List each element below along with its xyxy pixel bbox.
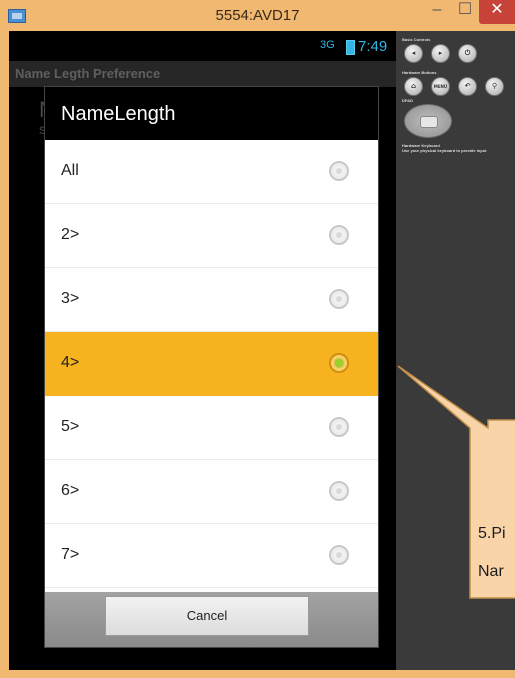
radio-button-icon[interactable] bbox=[329, 417, 349, 437]
home-icon[interactable]: ⌂ bbox=[404, 77, 423, 96]
signal-icon: 3G bbox=[320, 39, 335, 51]
option-label: 3> bbox=[61, 290, 80, 307]
basic-controls-label: Basic Controls bbox=[402, 37, 431, 42]
device-screen: 3G 7:49 Name Legth Preference N Se NameL… bbox=[9, 31, 396, 670]
close-button[interactable]: ✕ bbox=[479, 0, 515, 24]
radio-button-icon[interactable] bbox=[329, 225, 349, 245]
battery-icon bbox=[346, 40, 355, 55]
dialog-title: NameLength bbox=[61, 103, 176, 125]
callout-line-2: Nar bbox=[478, 563, 504, 580]
option-label: 7> bbox=[61, 546, 80, 563]
hardware-buttons-label: Hardware Buttons bbox=[402, 70, 437, 75]
option-all[interactable]: All bbox=[45, 140, 378, 204]
option-label: All bbox=[61, 162, 79, 179]
hardware-keyboard-hint: Use your physical keyboard to provide in… bbox=[402, 148, 487, 153]
option-6[interactable]: 6> bbox=[45, 460, 378, 524]
back-icon[interactable]: ↶ bbox=[458, 77, 477, 96]
option-2[interactable]: 2> bbox=[45, 204, 378, 268]
action-bar: Name Legth Preference bbox=[9, 61, 396, 87]
search-icon[interactable]: ⚲ bbox=[485, 77, 504, 96]
option-3[interactable]: 3> bbox=[45, 268, 378, 332]
callout-line-1: 5.Pi bbox=[478, 525, 506, 542]
dpad-icon[interactable] bbox=[404, 104, 452, 138]
radio-button-icon[interactable] bbox=[329, 481, 349, 501]
minimize-button[interactable]: – bbox=[424, 0, 450, 22]
radio-button-icon[interactable] bbox=[329, 289, 349, 309]
dpad-label: DPAD bbox=[402, 98, 414, 103]
title-bar: 5554:AVD17 – ☐ ✕ bbox=[0, 0, 515, 31]
option-label: 6> bbox=[61, 482, 80, 499]
option-label: 4> bbox=[61, 354, 80, 371]
name-length-dialog: NameLength All 2> 3> 4> 5> 6> 7> Cancel bbox=[45, 87, 378, 647]
option-7[interactable]: 7> bbox=[45, 524, 378, 588]
option-label: 2> bbox=[61, 226, 80, 243]
emulator-window: 5554:AVD17 – ☐ ✕ 3G 7:49 Name Legth Pref… bbox=[0, 0, 515, 678]
volume-up-icon[interactable]: ▸ bbox=[431, 44, 450, 63]
status-bar: 3G 7:49 bbox=[9, 31, 396, 61]
cancel-button[interactable]: Cancel bbox=[105, 596, 309, 636]
status-time: 7:49 bbox=[358, 38, 388, 55]
action-bar-title: Name Legth Preference bbox=[15, 66, 161, 81]
menu-button[interactable]: MENU bbox=[431, 77, 450, 96]
dialog-header: NameLength bbox=[45, 87, 378, 140]
option-label: 5> bbox=[61, 418, 80, 435]
option-4-selected[interactable]: 4> bbox=[45, 332, 378, 396]
radio-button-icon[interactable] bbox=[329, 161, 349, 181]
radio-button-selected-icon[interactable] bbox=[329, 353, 349, 373]
volume-down-icon[interactable]: ◂ bbox=[404, 44, 423, 63]
option-5[interactable]: 5> bbox=[45, 396, 378, 460]
maximize-button[interactable]: ☐ bbox=[452, 0, 478, 22]
power-icon[interactable]: ⏻ bbox=[458, 44, 477, 63]
dialog-footer: Cancel bbox=[45, 592, 378, 647]
radio-button-icon[interactable] bbox=[329, 545, 349, 565]
